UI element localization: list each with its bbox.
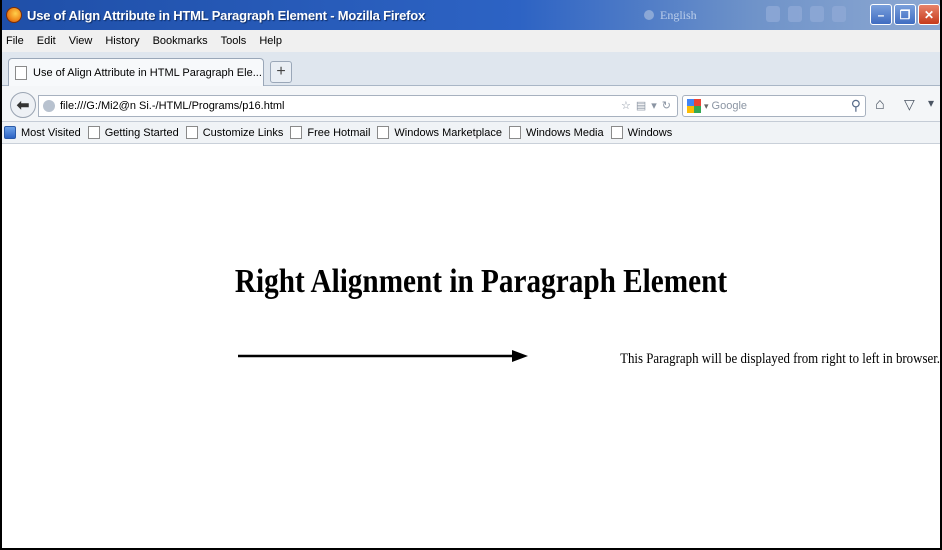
menu-bar: File Edit View History Bookmarks Tools H… xyxy=(2,30,940,52)
bookmark-label: Windows Marketplace xyxy=(394,126,502,139)
tray-icon[interactable] xyxy=(766,6,780,22)
arrow-head xyxy=(512,350,528,362)
language-bar[interactable]: English xyxy=(644,6,764,24)
bookmark-windows-media[interactable]: Windows Media xyxy=(508,126,604,139)
tray-icon[interactable] xyxy=(832,6,846,22)
search-bar[interactable]: ▾ Google ⚲ xyxy=(682,95,866,117)
search-icon[interactable]: ⚲ xyxy=(851,97,861,114)
tray-icon[interactable] xyxy=(788,6,802,22)
tab-active[interactable]: Use of Align Attribute in HTML Paragraph… xyxy=(8,58,264,87)
reader-icon[interactable]: ▤ xyxy=(636,99,646,112)
menu-tools[interactable]: Tools xyxy=(221,35,247,47)
pocket-icon[interactable]: ▽ xyxy=(904,96,915,113)
firefox-logo-icon xyxy=(6,7,22,23)
most-visited-icon xyxy=(4,126,16,139)
page-heading: Right Alignment in Paragraph Element xyxy=(234,263,728,300)
page-icon xyxy=(15,66,27,80)
page-icon xyxy=(508,126,521,139)
maximize-button[interactable]: ❐ xyxy=(894,4,916,25)
globe-icon xyxy=(43,100,55,112)
bookmark-most-visited[interactable]: Most Visited xyxy=(4,126,81,139)
bookmark-getting-started[interactable]: Getting Started xyxy=(87,126,179,139)
bookmark-label: Free Hotmail xyxy=(307,126,371,139)
page-icon xyxy=(87,126,100,139)
annotation-arrow xyxy=(238,350,528,362)
window-controls: – ❐ ✕ xyxy=(870,4,940,25)
language-icon xyxy=(644,10,654,20)
title-bar: Use of Align Attribute in HTML Paragraph… xyxy=(2,0,940,30)
menu-view[interactable]: View xyxy=(69,35,93,47)
page-icon xyxy=(377,126,390,139)
bookmark-free-hotmail[interactable]: Free Hotmail xyxy=(290,126,370,139)
url-text: file:///G:/Mi2@n Si.-/HTML/Programs/p16.… xyxy=(60,100,285,112)
back-button[interactable]: ⬅ xyxy=(10,92,36,118)
bookmark-windows[interactable]: Windows xyxy=(610,126,673,139)
back-arrow-icon: ⬅ xyxy=(16,97,30,114)
navigation-bar: ⬅ file:///G:/Mi2@n Si.-/HTML/Programs/p1… xyxy=(2,86,940,122)
right-aligned-paragraph: This Paragraph will be displayed from ri… xyxy=(620,351,940,367)
search-placeholder: Google xyxy=(711,100,748,112)
home-icon[interactable]: ⌂ xyxy=(875,96,885,114)
tray-icons xyxy=(766,6,846,22)
url-bar-icons: ☆ ▤ ▾ ↻ xyxy=(621,99,671,112)
menu-file[interactable]: File xyxy=(6,35,24,47)
browser-window: Use of Align Attribute in HTML Paragraph… xyxy=(0,0,942,550)
window-title: Use of Align Attribute in HTML Paragraph… xyxy=(27,7,426,23)
menu-bookmarks[interactable]: Bookmarks xyxy=(153,35,208,47)
minimize-button[interactable]: – xyxy=(870,4,892,25)
new-tab-button[interactable]: + xyxy=(270,61,292,83)
language-label: English xyxy=(660,7,697,22)
close-button[interactable]: ✕ xyxy=(918,4,940,25)
tab-strip: Use of Align Attribute in HTML Paragraph… xyxy=(2,52,940,87)
bookmark-label: Windows xyxy=(627,126,673,139)
menu-help[interactable]: Help xyxy=(259,35,282,47)
bookmark-label: Most Visited xyxy=(21,126,81,139)
page-icon xyxy=(185,126,198,139)
reload-icon[interactable]: ↻ xyxy=(662,99,671,112)
google-icon xyxy=(687,99,701,113)
bookmarks-bar: Most Visited Getting Started Customize L… xyxy=(2,122,940,144)
dropdown-icon[interactable]: ▾ xyxy=(651,99,657,112)
tray-icon[interactable] xyxy=(810,6,824,22)
menu-edit[interactable]: Edit xyxy=(37,35,56,47)
bookmark-star-icon[interactable]: ☆ xyxy=(621,99,631,112)
page-icon xyxy=(610,126,623,139)
bookmark-windows-marketplace[interactable]: Windows Marketplace xyxy=(377,126,502,139)
tab-label: Use of Align Attribute in HTML Paragraph… xyxy=(33,67,262,79)
bookmark-customize-links[interactable]: Customize Links xyxy=(185,126,284,139)
bookmark-label: Customize Links xyxy=(202,126,284,139)
menu-history[interactable]: History xyxy=(105,35,139,47)
page-icon xyxy=(290,126,303,139)
bookmark-label: Windows Media xyxy=(525,126,604,139)
page-content: Right Alignment in Paragraph Element Thi… xyxy=(2,145,940,548)
more-icon[interactable]: ▾ xyxy=(928,96,934,110)
search-engine-dropdown-icon[interactable]: ▾ xyxy=(704,101,709,112)
url-bar[interactable]: file:///G:/Mi2@n Si.-/HTML/Programs/p16.… xyxy=(38,95,678,117)
bookmark-label: Getting Started xyxy=(104,126,179,139)
